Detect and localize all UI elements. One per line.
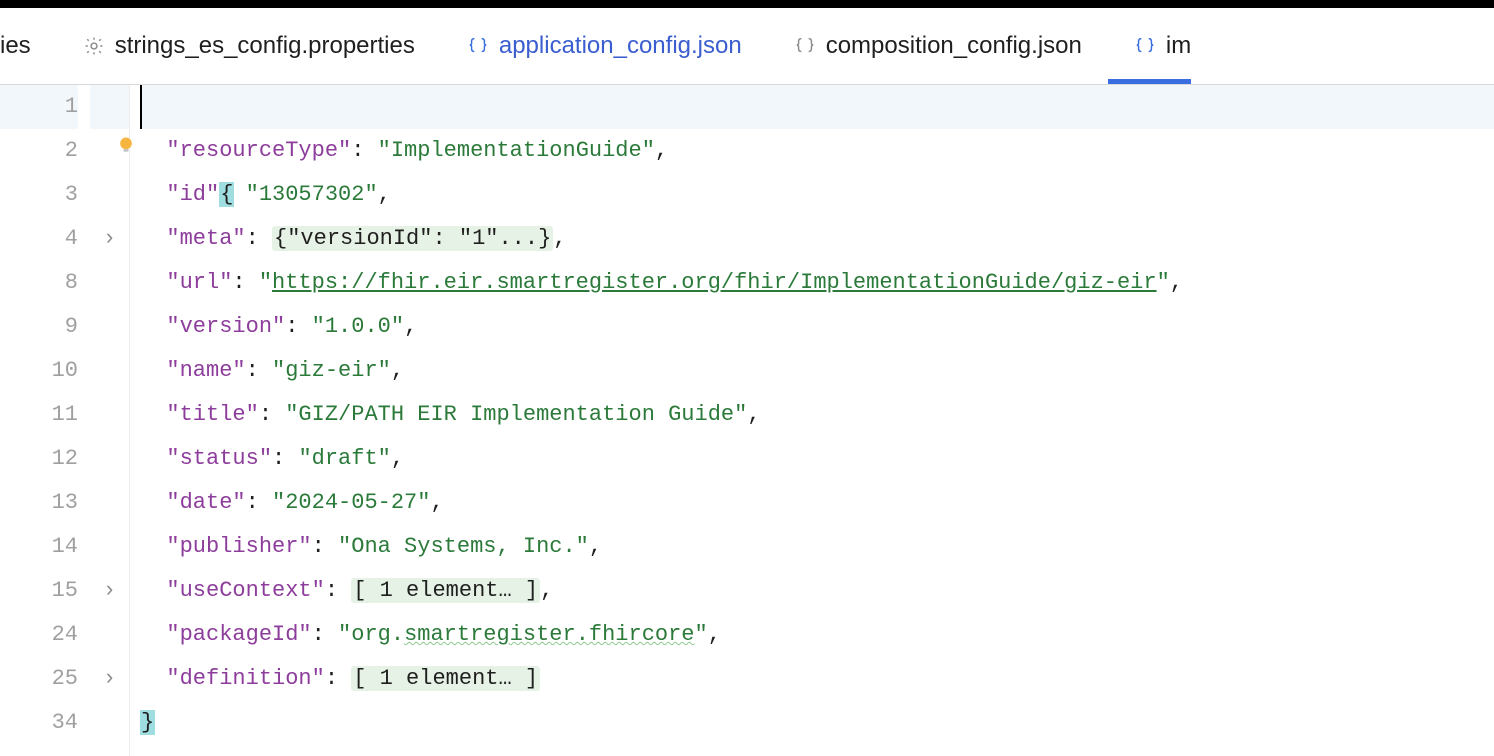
tab-label: application_config.json (499, 32, 742, 60)
line-number: 14 (0, 525, 78, 569)
window-titlebar-dark (0, 0, 1494, 8)
tab-composition-config[interactable]: composition_config.json (768, 8, 1108, 84)
json-value: "1.0.0" (312, 314, 404, 339)
json-key: "status" (166, 446, 272, 471)
line-number: 4 (0, 217, 78, 261)
code-line: "url": "https://fhir.eir.smartregister.o… (140, 261, 1494, 305)
tab-strings-es-config[interactable]: strings_es_config.properties (57, 8, 441, 84)
line-number: 2 (0, 129, 78, 173)
json-key: "name" (166, 358, 245, 383)
tab-active-partial[interactable]: im (1108, 8, 1191, 84)
code-line: "packageId": "org.smartregister.fhircore… (140, 613, 1494, 657)
code-area[interactable]: { "resourceType": "ImplementationGuide",… (130, 85, 1494, 756)
json-key: "useContext" (166, 578, 324, 603)
line-number: 25 (0, 657, 78, 701)
json-value: "draft" (298, 446, 390, 471)
line-number: 3 (0, 173, 78, 217)
folded-region[interactable]: [ 1 element… ] (351, 666, 540, 691)
line-number: 8 (0, 261, 78, 305)
line-number: 13 (0, 481, 78, 525)
brace-close: } (140, 710, 155, 735)
tab-label: composition_config.json (826, 32, 1082, 60)
tab-properties-partial[interactable]: ies (0, 8, 57, 84)
code-line: "id": "13057302", (140, 173, 1494, 217)
tab-label: strings_es_config.properties (115, 32, 415, 60)
json-key: "packageId" (166, 622, 311, 647)
line-number: 11 (0, 393, 78, 437)
tab-label: im (1166, 32, 1191, 60)
line-number: 1 (0, 85, 78, 129)
brace-open: { (219, 182, 234, 207)
braces-icon (794, 35, 816, 57)
line-number: 9 (0, 305, 78, 349)
code-line: "version": "1.0.0", (140, 305, 1494, 349)
code-line: "resourceType": "ImplementationGuide", (140, 129, 1494, 173)
json-key: "definition" (166, 666, 324, 691)
gear-icon (83, 35, 105, 57)
line-number: 12 (0, 437, 78, 481)
code-line: "useContext": [ 1 element… ], (140, 569, 1494, 613)
fold-chevron-icon[interactable]: › (103, 569, 116, 613)
json-key: "version" (166, 314, 285, 339)
json-value: "ImplementationGuide" (378, 138, 655, 163)
line-number: 34 (0, 701, 78, 745)
lightbulb-icon[interactable] (116, 135, 136, 155)
json-key: "publisher" (166, 534, 311, 559)
braces-icon (467, 35, 489, 57)
json-url-value[interactable]: https://fhir.eir.smartregister.org/fhir/… (272, 270, 1157, 295)
fold-column: › › › (90, 85, 130, 756)
folded-region[interactable]: {"versionId": "1"...} (272, 226, 553, 251)
json-value: "13057302" (246, 182, 378, 207)
json-key: "date" (166, 490, 245, 515)
fold-chevron-icon[interactable]: › (103, 657, 116, 701)
line-number: 10 (0, 349, 78, 393)
code-line: "name": "giz-eir", (140, 349, 1494, 393)
editor-pane: 1 2 3 4 8 9 10 11 12 13 14 15 24 25 34 ›… (0, 85, 1494, 756)
code-line: "status": "draft", (140, 437, 1494, 481)
json-value: "GIZ/PATH EIR Implementation Guide" (285, 402, 747, 427)
json-value: "2024-05-27" (272, 490, 430, 515)
code-line: { (140, 85, 1494, 129)
code-line: "definition": [ 1 element… ] (140, 657, 1494, 701)
json-value: "Ona Systems, Inc." (338, 534, 589, 559)
folded-region[interactable]: [ 1 element… ] (351, 578, 540, 603)
spellcheck-warning: smartregister.fhircore (404, 622, 694, 647)
text-cursor (140, 85, 142, 129)
json-value: "giz-eir" (272, 358, 391, 383)
editor-tab-bar: ies strings_es_config.properties applica… (0, 8, 1494, 85)
gutter: 1 2 3 4 8 9 10 11 12 13 14 15 24 25 34 (0, 85, 90, 756)
code-line: "date": "2024-05-27", (140, 481, 1494, 525)
code-line: } (140, 701, 1494, 745)
code-line: "title": "GIZ/PATH EIR Implementation Gu… (140, 393, 1494, 437)
line-number: 24 (0, 613, 78, 657)
json-key: "url" (166, 270, 232, 295)
json-key: "title" (166, 402, 258, 427)
fold-chevron-icon[interactable]: › (103, 217, 116, 261)
line-number: 15 (0, 569, 78, 613)
code-line: "publisher": "Ona Systems, Inc.", (140, 525, 1494, 569)
braces-icon (1134, 35, 1156, 57)
code-line: "meta": {"versionId": "1"...}, (140, 217, 1494, 261)
tab-label: ies (0, 32, 31, 60)
tab-application-config[interactable]: application_config.json (441, 8, 768, 84)
